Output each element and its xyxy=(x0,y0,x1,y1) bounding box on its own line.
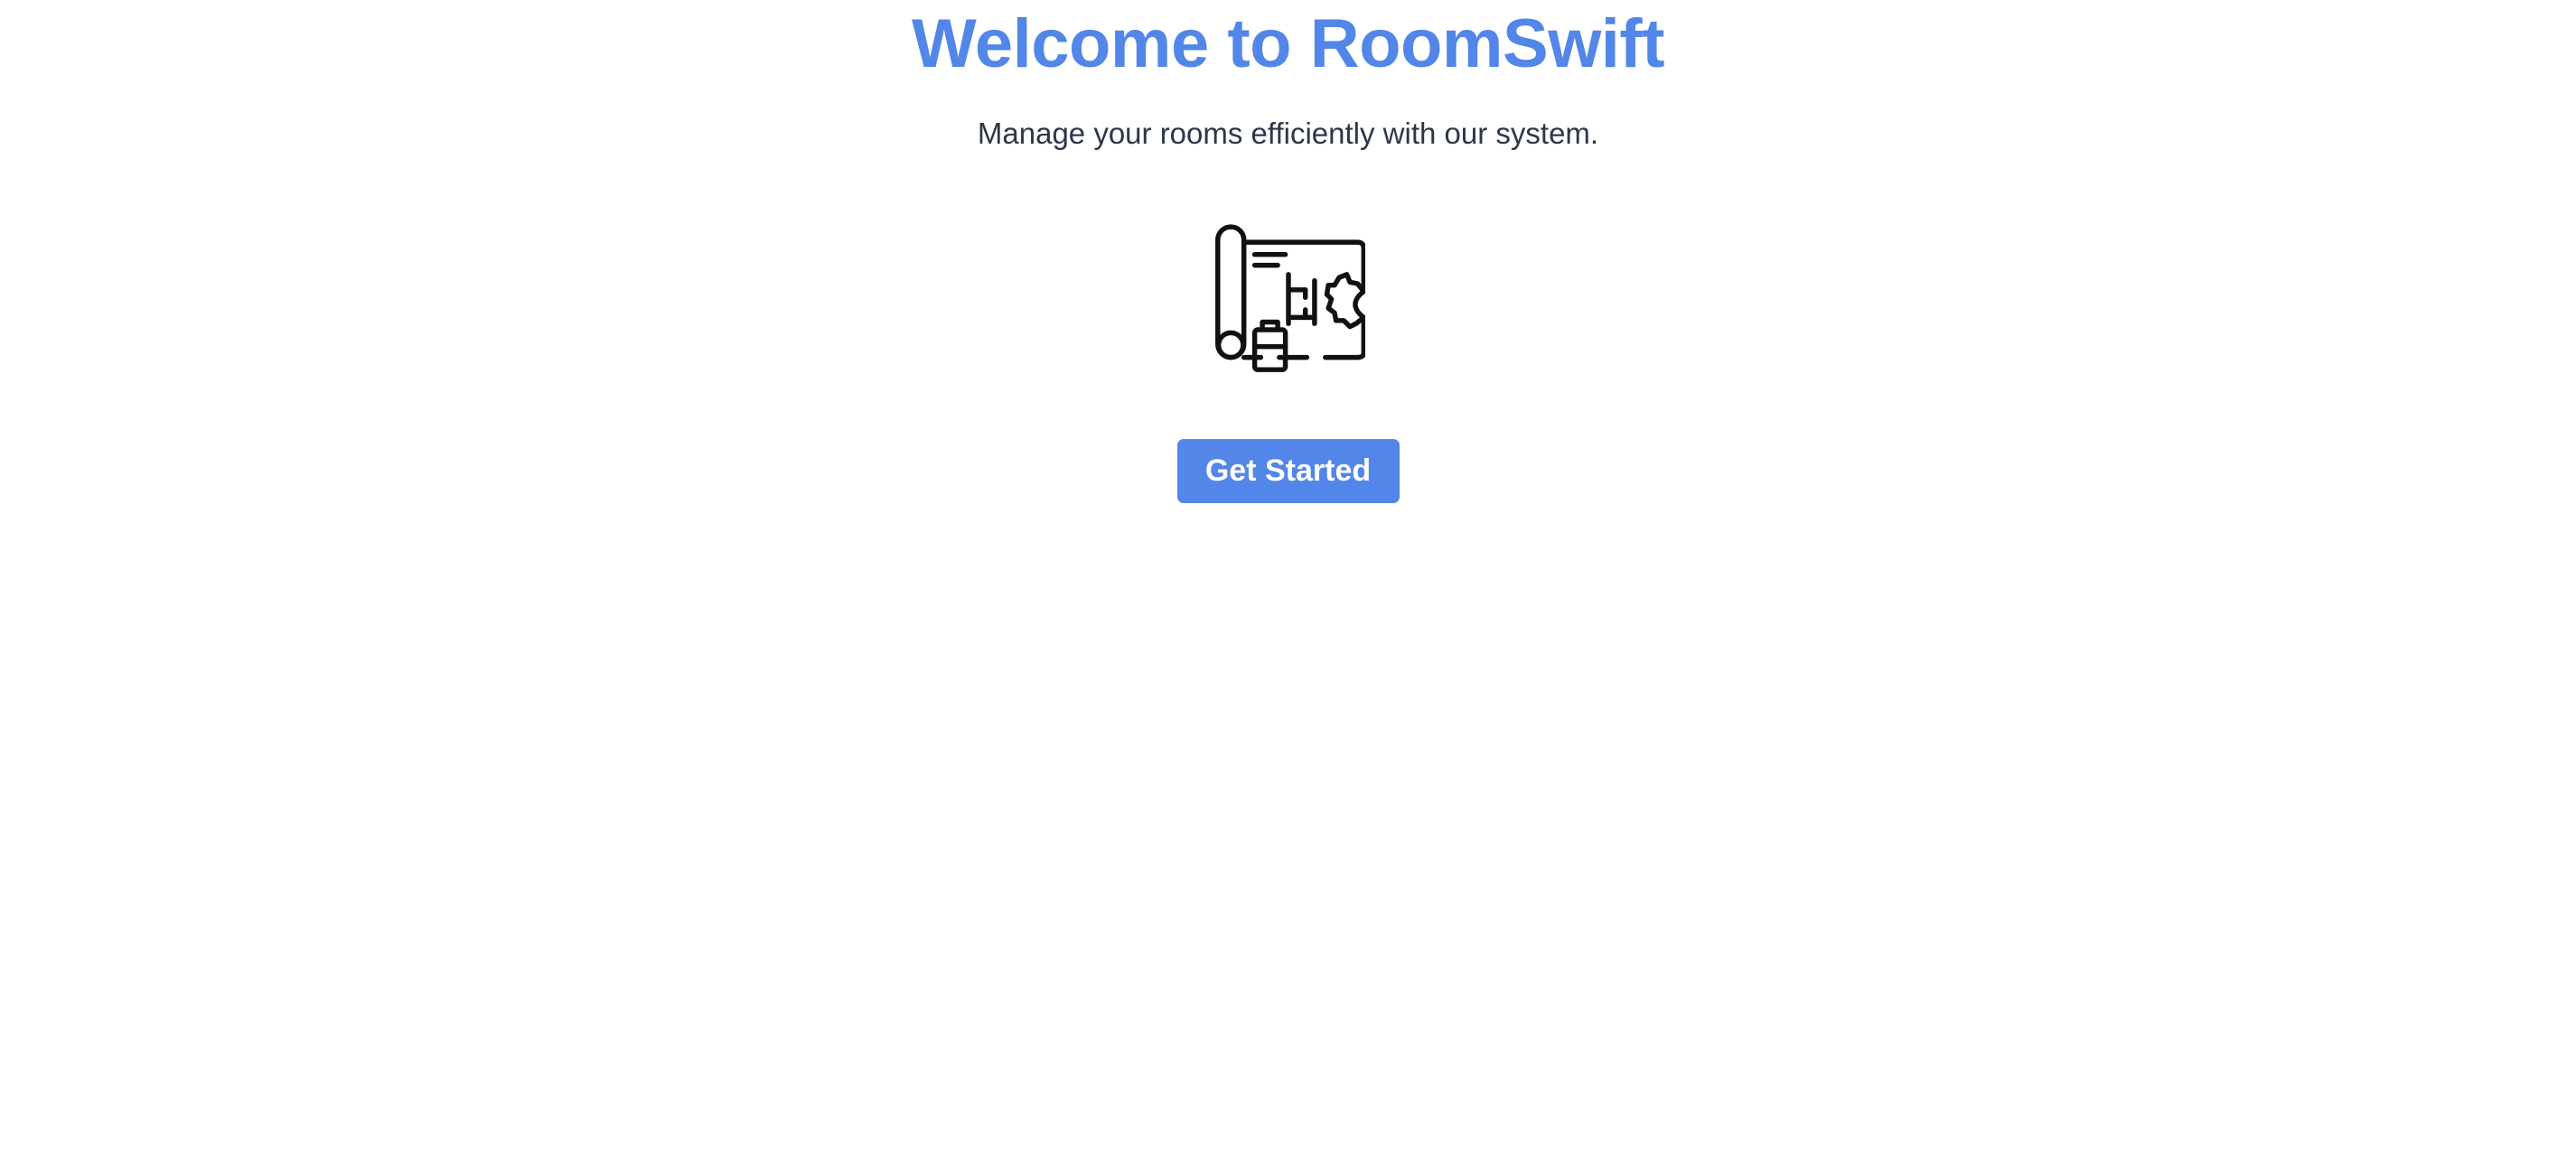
page-subtitle: Manage your rooms efficiently with our s… xyxy=(977,117,1599,150)
blueprint-icon xyxy=(1214,224,1365,372)
landing-page: Welcome to RoomSwift Manage your rooms e… xyxy=(0,0,2576,1169)
get-started-button[interactable]: Get Started xyxy=(1176,439,1400,503)
page-title: Welcome to RoomSwift xyxy=(911,5,1665,82)
